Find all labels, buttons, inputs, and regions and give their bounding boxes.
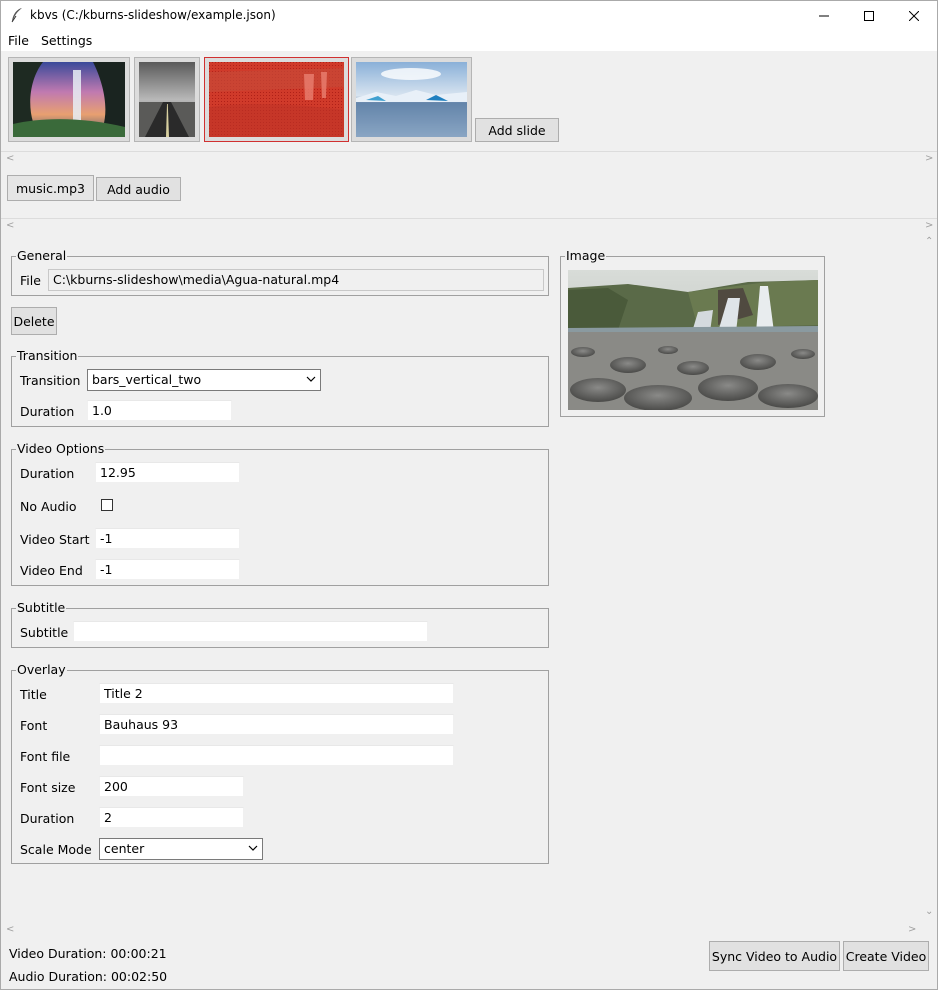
overlay-duration-input[interactable]: 2	[99, 807, 244, 828]
no-audio-label: No Audio	[20, 499, 77, 514]
minimize-button[interactable]	[801, 0, 847, 31]
scale-mode-select[interactable]: center	[99, 838, 263, 860]
overlay-font-input[interactable]: Bauhaus 93	[99, 714, 454, 735]
chevron-down-icon	[248, 845, 258, 851]
waterfall-preview-image	[568, 270, 818, 410]
add-audio-button[interactable]: Add audio	[96, 177, 181, 201]
file-label: File	[20, 273, 41, 288]
transition-label: Transition	[20, 373, 81, 388]
overlay-scale-mode-label: Scale Mode	[20, 842, 92, 857]
glacier-lagoon-image	[356, 62, 467, 137]
waterfall-video-image	[209, 62, 344, 137]
overlay-font-file-label: Font file	[20, 749, 71, 764]
no-audio-checkbox[interactable]	[101, 499, 113, 511]
scroll-left-arrow-icon[interactable]: <	[6, 924, 14, 935]
overlay-font-size-input[interactable]: 200	[99, 776, 244, 797]
transition-duration-input[interactable]: 1.0	[87, 400, 232, 421]
create-video-button[interactable]: Create Video	[843, 941, 929, 971]
window-title: kbvs (C:/kburns-slideshow/example.json)	[30, 8, 276, 22]
slide-thumbnail-2[interactable]	[134, 57, 200, 142]
transition-select[interactable]: bars_vertical_two	[87, 369, 321, 391]
video-start-label: Video Start	[20, 532, 90, 547]
video-options-group: Video Options	[11, 442, 549, 586]
subtitle-input[interactable]	[73, 621, 428, 642]
waterfall-cave-image	[13, 62, 125, 137]
transition-duration-label: Duration	[20, 404, 75, 419]
scale-mode-select-value: center	[104, 841, 145, 856]
audio-item-music[interactable]: music.mp3	[7, 175, 94, 201]
close-button[interactable]	[891, 0, 937, 31]
video-duration-status: Video Duration: 00:00:21	[9, 946, 167, 961]
scroll-up-arrow-icon[interactable]: ⌃	[925, 236, 933, 247]
maximize-icon	[864, 10, 874, 21]
subtitle-label: Subtitle	[20, 625, 69, 640]
subtitle-legend: Subtitle	[17, 600, 66, 615]
add-slide-button[interactable]: Add slide	[475, 118, 559, 142]
menu-file[interactable]: File	[8, 33, 29, 48]
file-path-field[interactable]: C:\kburns-slideshow\media\Agua-natural.m…	[48, 269, 544, 291]
general-legend: General	[17, 248, 67, 263]
video-duration-input[interactable]: 12.95	[95, 462, 240, 483]
maximize-button[interactable]	[846, 0, 892, 31]
overlay-legend: Overlay	[17, 662, 66, 677]
scroll-right-arrow-icon[interactable]: >	[908, 924, 916, 935]
transition-select-value: bars_vertical_two	[92, 372, 202, 387]
overlay-font-size-label: Font size	[20, 780, 76, 795]
overlay-font-file-input[interactable]	[99, 745, 454, 766]
divider	[0, 218, 938, 219]
overlay-font-label: Font	[20, 718, 48, 733]
overlay-title-label: Title	[20, 687, 47, 702]
slide-thumbnail-3-selected[interactable]	[204, 57, 349, 142]
slide-thumbnail-1[interactable]	[8, 57, 130, 142]
overlay-title-input[interactable]: Title 2	[99, 683, 454, 704]
menu-settings[interactable]: Settings	[41, 33, 92, 48]
image-legend: Image	[566, 248, 606, 263]
scroll-left-arrow-icon[interactable]: <	[6, 153, 14, 164]
delete-button[interactable]: Delete	[11, 307, 57, 335]
sync-video-to-audio-button[interactable]: Sync Video to Audio	[709, 941, 840, 971]
video-end-label: Video End	[20, 563, 83, 578]
minimize-icon	[819, 15, 829, 16]
scroll-right-arrow-icon[interactable]: >	[925, 220, 933, 231]
video-options-legend: Video Options	[17, 441, 105, 456]
overlay-duration-label: Duration	[20, 811, 75, 826]
scroll-down-arrow-icon[interactable]: ⌄	[925, 906, 933, 917]
road-image	[139, 62, 195, 137]
close-icon	[909, 10, 919, 21]
video-duration-label: Duration	[20, 466, 75, 481]
slide-thumbnail-4[interactable]	[351, 57, 472, 142]
video-end-input[interactable]: -1	[95, 559, 240, 580]
vertical-scrollbar[interactable]	[920, 232, 938, 922]
chevron-down-icon	[306, 376, 316, 382]
scroll-right-arrow-icon[interactable]: >	[925, 153, 933, 164]
audio-duration-status: Audio Duration: 00:02:50	[9, 969, 168, 984]
video-start-input[interactable]: -1	[95, 528, 240, 549]
menu-bar	[0, 31, 938, 51]
scroll-left-arrow-icon[interactable]: <	[6, 220, 14, 231]
divider	[0, 151, 938, 152]
transition-legend: Transition	[17, 348, 78, 363]
feather-icon	[11, 8, 22, 23]
